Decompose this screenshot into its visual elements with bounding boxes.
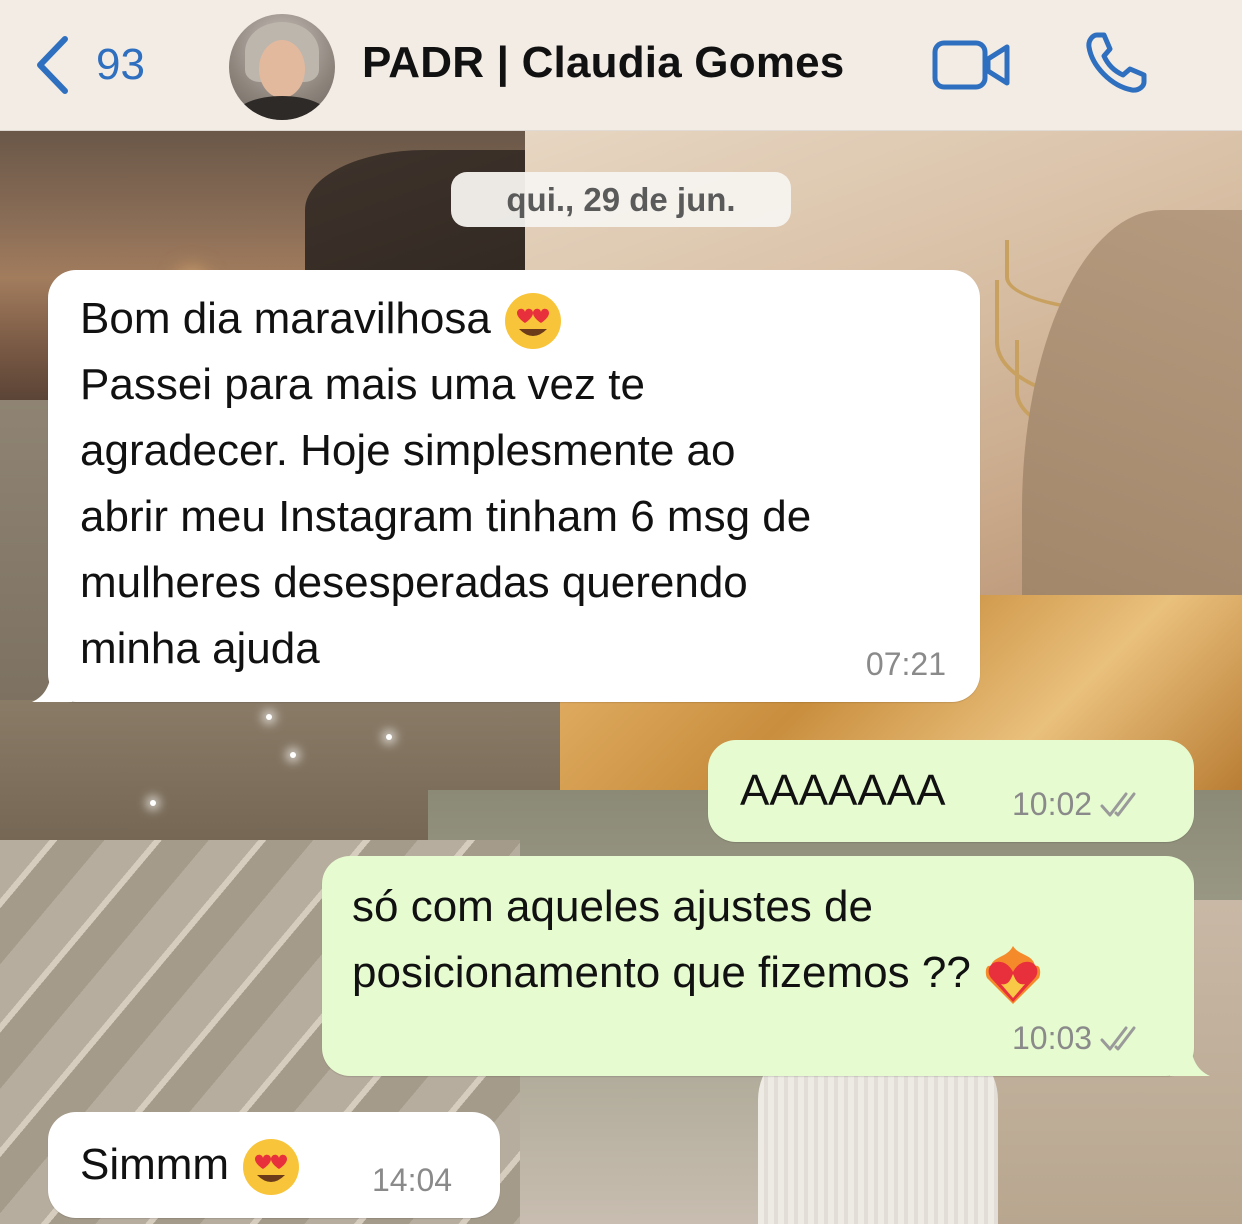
message-line: Simmm: [80, 1140, 230, 1189]
double-check-icon: [1100, 792, 1136, 816]
sparkle-shape: [150, 800, 156, 806]
voice-call-button[interactable]: [1083, 30, 1149, 101]
message-time: 10:02: [1012, 786, 1093, 822]
message-time: 07:21: [865, 646, 946, 682]
heart-on-fire-emoji: [985, 946, 1041, 1005]
avatar-shoulders: [235, 96, 329, 120]
message-bubble-outgoing[interactable]: só com aqueles ajustes de posicionamento …: [322, 856, 1210, 1076]
message-text: só com aqueles ajustes de posicionamento …: [352, 874, 1043, 1006]
chat-header: 93 PADR | Claudia Gomes: [0, 0, 1242, 131]
message-bubble-incoming[interactable]: Bom dia maravilhosa Passei para mais uma…: [32, 270, 980, 702]
message-line: posicionamento que fizemos ??: [352, 948, 971, 997]
avatar-face: [259, 40, 305, 98]
heart-eyes-emoji: [243, 1139, 300, 1196]
message-bubble-incoming[interactable]: Simmm 14:04: [48, 1112, 500, 1218]
message-line: só com aqueles ajustes de: [352, 882, 873, 931]
back-button[interactable]: 93: [34, 30, 145, 100]
sparkle-shape: [290, 752, 296, 758]
video-camera-icon: [932, 40, 1010, 90]
message-time: 10:03: [1012, 1020, 1093, 1056]
message-bubble-outgoing[interactable]: AAAAAAA 10:02: [708, 740, 1194, 842]
unread-count: 93: [96, 40, 145, 89]
date-separator: qui., 29 de jun.: [451, 172, 791, 227]
bubble-tail: [1170, 1036, 1210, 1076]
message-line: Bom dia maravilhosa: [80, 294, 491, 343]
contact-name[interactable]: PADR | Claudia Gomes: [362, 38, 844, 88]
message-time: 14:04: [372, 1162, 453, 1198]
bubble-tail: [32, 662, 72, 702]
chevron-left-icon: [37, 36, 68, 94]
double-check-icon: [1100, 1026, 1136, 1050]
heart-eyes-emoji: [505, 293, 562, 350]
message-meta: 10:02: [1012, 786, 1146, 823]
message-meta: 10:03: [1012, 1020, 1146, 1057]
phone-icon: [1086, 32, 1147, 93]
video-call-button[interactable]: [932, 40, 1012, 95]
message-line: Passei para mais uma vez te agradecer. H…: [80, 360, 812, 673]
avatar[interactable]: [229, 14, 335, 120]
message-text: AAAAAAA: [740, 766, 946, 815]
message-text: Bom dia maravilhosa Passei para mais uma…: [80, 286, 811, 748]
message-text: Simmm: [80, 1132, 301, 1198]
